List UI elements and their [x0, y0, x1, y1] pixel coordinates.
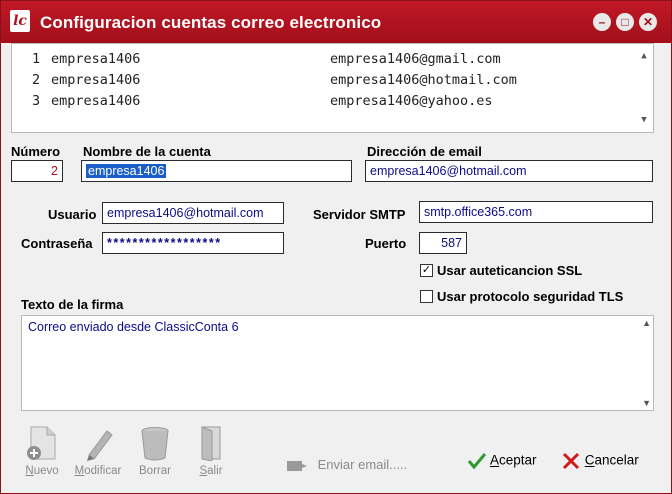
nombre-label: Nombre de la cuenta	[83, 144, 211, 159]
direccion-label: Dirección de email	[367, 144, 482, 159]
window-title: Configuracion cuentas correo electronico	[40, 13, 382, 32]
usuario-field[interactable]: empresa1406@hotmail.com	[102, 202, 284, 224]
salir-button[interactable]: Salir	[193, 425, 229, 477]
nombre-field[interactable]: empresa1406	[81, 160, 352, 182]
scroll-down-icon[interactable]: ▼	[642, 398, 651, 408]
account-number: 3	[32, 93, 41, 109]
title-bar[interactable]: lc Configuracion cuentas correo electron…	[1, 1, 671, 43]
aceptar-label: Aceptar	[490, 452, 537, 468]
firma-label: Texto de la firma	[21, 297, 124, 312]
tls-label[interactable]: Usar protocolo seguridad TLS	[437, 289, 623, 304]
cancel-x-icon	[562, 452, 580, 470]
close-button[interactable]: ✕	[639, 13, 657, 31]
cancelar-label: Cancelar	[584, 452, 639, 468]
dialog-window: lc Configuracion cuentas correo electron…	[0, 0, 672, 494]
account-name: empresa1406	[51, 51, 141, 67]
usuario-label: Usuario	[48, 207, 97, 222]
account-email: empresa1406@gmail.com	[330, 51, 501, 67]
enviar-label: Enviar email.....	[317, 457, 408, 472]
nombre-value: empresa1406	[86, 164, 167, 178]
list-scrollbar[interactable]: ▲ ▼	[635, 44, 653, 132]
contrasena-field[interactable]: ******************	[102, 232, 284, 254]
new-document-icon	[27, 426, 56, 460]
list-item[interactable]: 1 empresa1406 empresa1406@gmail.com	[12, 51, 632, 71]
puerto-field[interactable]: 587	[419, 232, 467, 254]
trash-icon	[141, 427, 169, 461]
numero-field[interactable]: 2	[11, 160, 63, 182]
nuevo-label: Nuevo	[25, 465, 59, 477]
app-logo-icon: lc	[10, 10, 30, 32]
list-item[interactable]: 2 empresa1406 empresa1406@hotmail.com	[12, 72, 632, 92]
account-name: empresa1406	[51, 93, 141, 109]
scroll-down-icon[interactable]: ▼	[635, 112, 653, 128]
direccion-field[interactable]: empresa1406@hotmail.com	[365, 160, 653, 182]
scroll-up-icon[interactable]: ▲	[642, 318, 651, 328]
modificar-button[interactable]: Modificar	[73, 425, 123, 477]
puerto-label: Puerto	[365, 236, 407, 251]
accounts-list[interactable]: 1 empresa1406 empresa1406@gmail.com 2 em…	[11, 43, 654, 133]
servidor-field[interactable]: smtp.office365.com	[419, 201, 653, 223]
pencil-icon	[87, 430, 113, 461]
maximize-button[interactable]: □	[616, 13, 634, 31]
ssl-checkbox[interactable]: ✓	[420, 264, 433, 277]
tls-checkbox[interactable]	[420, 290, 433, 303]
account-number: 1	[32, 51, 41, 67]
cancelar-button[interactable]: Cancelar	[561, 452, 639, 470]
scroll-up-icon[interactable]: ▲	[635, 48, 653, 64]
send-email-icon	[287, 460, 307, 471]
account-email: empresa1406@hotmail.com	[330, 72, 517, 88]
minimize-button[interactable]: –	[593, 13, 611, 31]
enviar-email-button[interactable]: Enviar email.....	[286, 457, 407, 473]
servidor-label: Servidor SMTP	[313, 207, 406, 222]
aceptar-button[interactable]: Aceptar	[467, 452, 537, 470]
modificar-label: Modificar	[74, 465, 122, 477]
account-name: empresa1406	[51, 72, 141, 88]
firma-textarea[interactable]: Correo enviado desde ClassicConta 6 ▲ ▼	[21, 315, 654, 411]
account-email: empresa1406@yahoo.es	[330, 93, 493, 109]
checkmark-icon	[467, 453, 487, 470]
door-exit-icon	[201, 426, 221, 461]
nuevo-button[interactable]: Nuevo	[23, 425, 61, 477]
firma-text: Correo enviado desde ClassicConta 6	[28, 320, 239, 334]
borrar-label: Borrar	[139, 465, 171, 477]
ssl-label[interactable]: Usar auteticancion SSL	[437, 263, 582, 278]
contrasena-label: Contraseña	[21, 236, 93, 251]
account-number: 2	[32, 72, 41, 88]
salir-label: Salir	[199, 465, 223, 477]
borrar-button[interactable]: Borrar	[135, 425, 175, 477]
numero-label: Número	[11, 144, 61, 159]
list-item[interactable]: 3 empresa1406 empresa1406@yahoo.es	[12, 93, 632, 113]
